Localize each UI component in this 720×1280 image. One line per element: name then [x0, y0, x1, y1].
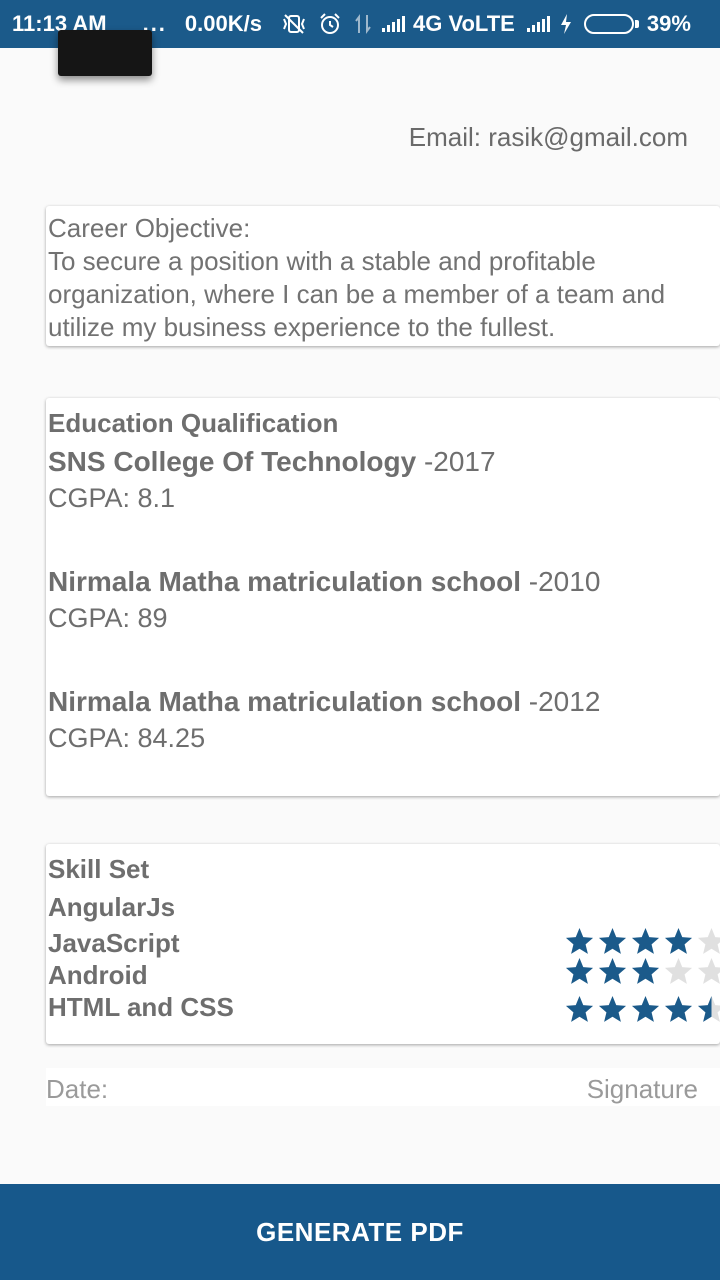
star-half-icon	[697, 995, 720, 1022]
education-year: -2010	[521, 566, 601, 597]
education-item: Nirmala Matha matriculation school -2012…	[48, 682, 720, 754]
skill-row: Android	[48, 956, 720, 990]
star-filled-icon	[598, 957, 627, 984]
vibrate-off-icon	[282, 13, 306, 35]
star-filled-icon	[565, 957, 594, 984]
education-gpa: CGPA: 84.25	[48, 723, 206, 753]
education-item: Nirmala Matha matriculation school -2010…	[48, 562, 720, 634]
generate-pdf-button[interactable]: GENERATE PDF	[0, 1184, 720, 1280]
career-objective-text: To secure a position with a stable and p…	[48, 246, 666, 342]
star-empty-icon	[697, 927, 720, 954]
skill-name: Android	[48, 960, 148, 990]
battery-icon	[583, 14, 639, 34]
alarm-icon	[318, 12, 342, 36]
star-filled-icon	[631, 927, 660, 954]
skill-name: JavaScript	[48, 928, 180, 958]
career-objective-card: Career Objective: To secure a position w…	[46, 206, 720, 346]
education-year: -2012	[521, 686, 601, 717]
skill-rating	[564, 926, 720, 957]
skill-rating	[564, 994, 720, 1025]
skill-name: HTML and CSS	[48, 992, 234, 1022]
skill-rating	[564, 956, 720, 987]
education-title: Education Qualification	[48, 408, 339, 438]
education-institution: SNS College Of Technology	[48, 446, 417, 477]
data-transfer-icon	[354, 13, 372, 35]
star-filled-icon	[664, 995, 693, 1022]
battery-percent: 39%	[646, 11, 691, 36]
skill-row: JavaScript	[48, 926, 720, 958]
charging-bolt-icon	[560, 14, 572, 34]
education-year: -2017	[416, 446, 496, 477]
signal-strength-icon	[381, 16, 405, 32]
skill-set-card: Skill Set AngularJs JavaScript Android H…	[46, 844, 720, 1044]
date-label: Date:	[46, 1074, 109, 1104]
skill-set-title: Skill Set	[48, 854, 150, 884]
skill-name: AngularJs	[48, 892, 176, 922]
email-text: Email: rasik@gmail.com	[408, 122, 688, 152]
star-filled-icon	[631, 957, 660, 984]
signature-label: Signature	[586, 1074, 698, 1104]
star-empty-icon	[697, 957, 720, 984]
profile-photo	[58, 30, 152, 76]
education-institution: Nirmala Matha matriculation school	[48, 686, 521, 717]
star-filled-icon	[631, 995, 660, 1022]
skill-row: HTML and CSS	[48, 990, 720, 1024]
career-objective-title: Career Objective:	[48, 213, 251, 243]
education-gpa: CGPA: 89	[48, 603, 168, 633]
star-filled-icon	[565, 995, 594, 1022]
network-speed: 0.00K/s	[184, 11, 262, 36]
signal-strength-icon-2	[526, 16, 550, 32]
date-signature-row: Date: Signature	[46, 1068, 720, 1106]
education-item: SNS College Of Technology -2017 CGPA: 8.…	[48, 442, 720, 514]
star-filled-icon	[664, 927, 693, 954]
skill-row: AngularJs	[48, 888, 720, 926]
star-empty-icon	[664, 957, 693, 984]
star-filled-icon	[598, 927, 627, 954]
star-filled-icon	[565, 927, 594, 954]
star-filled-icon	[598, 995, 627, 1022]
education-institution: Nirmala Matha matriculation school	[48, 566, 521, 597]
network-type: 4G VoLTE	[412, 11, 515, 36]
education-gpa: CGPA: 8.1	[48, 483, 176, 513]
education-card: Education Qualification SNS College Of T…	[46, 398, 720, 796]
